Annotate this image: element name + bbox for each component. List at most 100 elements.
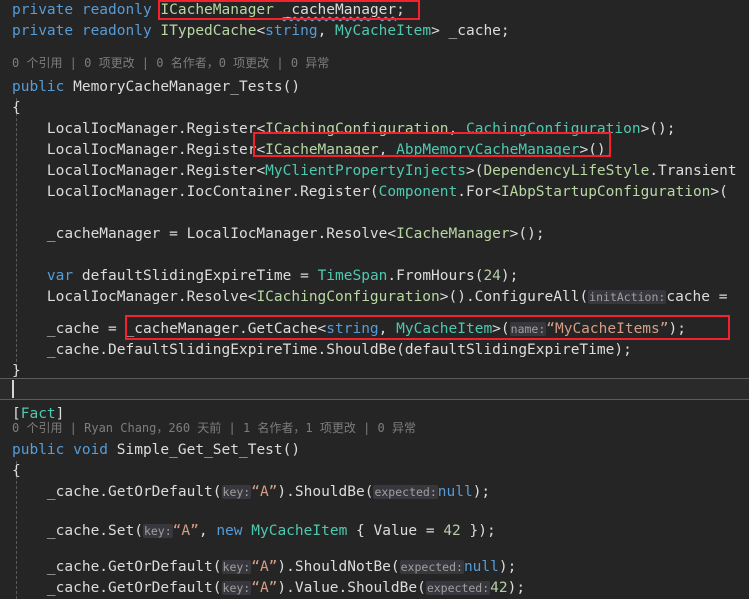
code-token: private readonly: [12, 2, 161, 18]
code-token: new: [216, 523, 243, 539]
code-token: { Value =: [347, 523, 444, 539]
code-token: );: [668, 321, 686, 337]
code-token: {: [12, 463, 21, 479]
code-token: >(: [492, 321, 510, 337]
line-cache-set[interactable]: _cache.Set(key:“A”, new MyCacheItem { Va…: [0, 521, 496, 542]
code-token: ).ShouldBe(: [277, 484, 374, 500]
text-caret: [12, 380, 14, 398]
code-token: ,: [448, 121, 466, 137]
code-token: _cache.GetOrDefault(: [12, 559, 222, 575]
code-token: MemoryCacheManager_Tests(): [73, 79, 301, 95]
line-open-brace-ctor[interactable]: {: [0, 98, 21, 119]
code-token: key:: [221, 485, 252, 499]
code-token: ).ShouldNotBe(: [277, 559, 400, 575]
code-token: key:: [221, 560, 252, 574]
code-token: LocalIocManager.Resolve: [12, 289, 248, 305]
code-token: );: [498, 559, 517, 575]
code-token: .For: [457, 184, 493, 200]
code-token: Component: [378, 184, 458, 200]
code-token: ,: [378, 321, 397, 337]
line-var-default-sliding[interactable]: var defaultSlidingExpireTime = TimeSpan.…: [0, 266, 518, 287]
codelens-test-method[interactable]: 0 个引用 | Ryan Chang，260 天前 | 1 名作者，1 项更改 …: [0, 418, 416, 438]
code-token: ITypedCache: [160, 23, 257, 39]
code-editor[interactable]: private readonly ICacheManager _cacheMan…: [0, 0, 749, 599]
line-getordefault-null[interactable]: _cache.GetOrDefault(key:“A”).ShouldBe(ex…: [0, 482, 490, 503]
line-default-sliding-shouldbe[interactable]: _cache.DefaultSlidingExpireTime.ShouldBe…: [0, 340, 632, 361]
code-token: ,: [317, 23, 336, 39]
code-token: public: [12, 79, 74, 95]
code-token: });: [460, 523, 496, 539]
line-field-cache[interactable]: private readonly ITypedCache<string, MyC…: [0, 21, 510, 42]
line-resolve-cache-manager[interactable]: _cacheManager = LocalIocManager.Resolve<…: [0, 224, 545, 245]
code-token: _cacheManager: [282, 2, 397, 18]
code-token: Simple_Get_Set_Test(): [116, 442, 301, 458]
line-ctor[interactable]: public MemoryCacheManager_Tests(): [0, 77, 300, 98]
line-ioccontainer-register[interactable]: LocalIocManager.IocContainer.Register(Co…: [0, 182, 728, 203]
line-register-caching-config[interactable]: LocalIocManager.Register<ICachingConfigu…: [0, 119, 676, 140]
code-token: DependencyLifeStyle: [483, 163, 650, 179]
code-token: “A”: [251, 559, 278, 575]
code-token: );: [472, 484, 491, 500]
code-token: name:: [509, 322, 547, 336]
code-token: expected:: [425, 581, 491, 595]
code-token: _cache.Set(: [12, 523, 143, 539]
code-token: LocalIocManager.Register: [12, 142, 257, 158]
code-token: .Transient: [649, 163, 737, 179]
code-token: key:: [221, 581, 252, 595]
code-token: LocalIocManager.Register: [12, 163, 257, 179]
code-token: >(: [465, 163, 484, 179]
code-token: “MyCacheItems”: [546, 321, 669, 337]
line-configure-all[interactable]: LocalIocManager.Resolve<ICachingConfigur…: [0, 287, 728, 308]
code-token: _cache.GetOrDefault(: [12, 484, 222, 500]
code-token: “A”: [172, 523, 199, 539]
code-token: >();: [640, 121, 676, 137]
code-token: <: [387, 226, 397, 242]
code-token: string: [265, 23, 318, 39]
code-token: ).Value.ShouldBe(: [277, 580, 426, 596]
line-open-brace-test[interactable]: {: [0, 461, 21, 482]
line-getcache[interactable]: _cache = _cacheManager.GetCache<string, …: [0, 319, 686, 340]
codelens-constructor[interactable]: 0 个引用 | 0 项更改 | 0 名作者，0 项更改 | 0 异常: [0, 53, 329, 73]
code-token: LocalIocManager.IocContainer.Register(: [12, 184, 379, 200]
code-token: ICachingConfiguration: [265, 121, 449, 137]
code-token: null: [463, 559, 499, 575]
line-getordefault-value-42[interactable]: _cache.GetOrDefault(key:“A”).Value.Shoul…: [0, 578, 525, 599]
code-token: defaultSlidingExpireTime =: [73, 268, 318, 284]
code-token: private readonly: [12, 23, 161, 39]
line-getordefault-shouldnotbe[interactable]: _cache.GetOrDefault(key:“A”).ShouldNotBe…: [0, 557, 516, 578]
code-token: AbpMemoryCacheManager: [396, 142, 580, 158]
code-token: LocalIocManager.Register: [12, 121, 257, 137]
code-token: IAbpStartupConfiguration: [500, 184, 711, 200]
code-token: string: [326, 321, 379, 337]
code-token: <: [256, 23, 266, 39]
code-token: <: [256, 163, 266, 179]
line-close-brace-ctor[interactable]: }: [0, 361, 21, 382]
code-token: TimeSpan: [317, 268, 388, 284]
code-token: _cache = _cacheManager.GetCache: [12, 321, 318, 337]
code-token: 42: [443, 523, 461, 539]
code-token: ICachingConfiguration: [256, 289, 440, 305]
line-register-property-injects[interactable]: LocalIocManager.Register<MyClientPropert…: [0, 161, 737, 182]
line-field-cachemanager[interactable]: private readonly ICacheManager _cacheMan…: [0, 0, 405, 21]
code-token: 24: [483, 268, 501, 284]
code-token: ,: [378, 142, 397, 158]
code-token: ,: [198, 523, 217, 539]
code-token: {: [12, 100, 21, 116]
active-line-highlight: [0, 378, 749, 400]
code-token: CachingConfiguration: [465, 121, 641, 137]
code-token: ICacheManager: [160, 2, 274, 18]
code-token: );: [500, 268, 519, 284]
code-token: >(: [710, 184, 728, 200]
code-token: null: [437, 484, 473, 500]
code-token: .FromHours(: [387, 268, 484, 284]
line-register-cache-manager[interactable]: LocalIocManager.Register<ICacheManager, …: [0, 140, 614, 161]
code-token: MyClientPropertyInjects: [265, 163, 466, 179]
code-token: “A”: [251, 580, 278, 596]
line-test-method[interactable]: public void Simple_Get_Set_Test(): [0, 440, 300, 461]
code-token: “A”: [251, 484, 278, 500]
code-token: public void: [12, 442, 117, 458]
code-token: _cache.GetOrDefault(: [12, 580, 222, 596]
